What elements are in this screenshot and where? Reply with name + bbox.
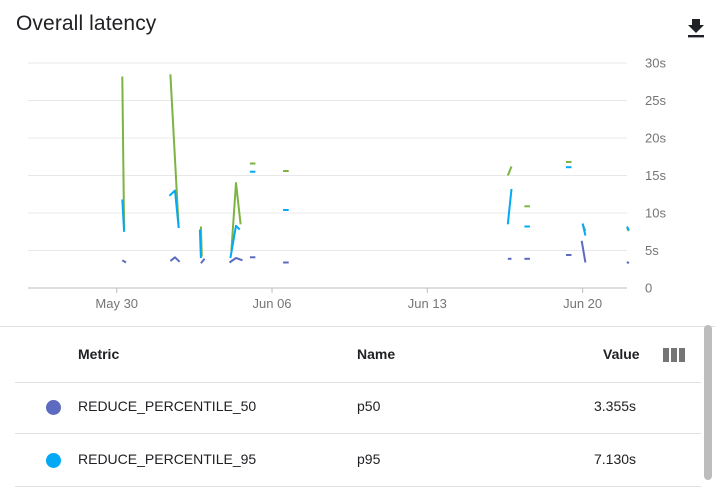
series-2-line (228, 257, 243, 264)
row-divider (15, 433, 701, 434)
series-0-line (169, 74, 180, 229)
download-button[interactable] (683, 14, 709, 40)
x-tick-label: May 30 (95, 296, 138, 311)
panel-title: Overall latency (16, 12, 157, 35)
row-divider (15, 486, 701, 487)
row-value: 7.130s (594, 451, 637, 467)
row-name: p50 (357, 398, 381, 414)
series-2-line (169, 256, 181, 263)
y-tick-label: 20s (645, 131, 666, 146)
series-2-line (626, 261, 630, 265)
y-tick-label: 30s (645, 56, 666, 71)
y-tick-label: 15s (645, 168, 666, 183)
series-2-line (580, 240, 587, 263)
y-tick-label: 5s (645, 243, 659, 258)
row-name: p95 (357, 451, 381, 467)
download-icon (688, 19, 704, 38)
legend-table: Metric Name Value REDUCE_PERCENTILE_50 p… (0, 326, 715, 492)
column-header-metric[interactable]: Metric (78, 346, 119, 362)
series-1-line (198, 229, 202, 259)
series-color-dot (46, 400, 61, 415)
series-2-line (121, 259, 127, 264)
y-tick-label: 10s (645, 206, 666, 221)
series-1-line (506, 188, 513, 225)
row-divider (15, 382, 701, 383)
x-tick-label: Jun 13 (408, 296, 447, 311)
latency-chart: 0 5s 10s 15s 20s 25s 30s May 30 Jun 06 Jun 13 Jun … (0, 50, 715, 325)
column-header-value[interactable]: Value (603, 346, 640, 362)
series-color-dot (46, 453, 61, 468)
row-metric: REDUCE_PERCENTILE_50 (78, 398, 257, 414)
series-0-line (506, 166, 513, 176)
latency-chart-svg: 0 5s 10s 15s 20s 25s 30s May 30 Jun 06 Jun 13 Jun … (28, 56, 666, 311)
series-2-line (200, 258, 206, 264)
table-scrollbar[interactable] (704, 325, 712, 480)
row-value: 3.355s (594, 398, 637, 414)
column-header-name[interactable]: Name (357, 346, 395, 362)
y-tick-label: 0 (645, 281, 652, 296)
y-tick-label: 25s (645, 93, 666, 108)
series-1-line (581, 223, 587, 236)
view-columns-icon[interactable] (663, 348, 685, 362)
x-tick-label: Jun 20 (563, 296, 602, 311)
row-metric: REDUCE_PERCENTILE_95 (78, 451, 257, 467)
x-tick-label: Jun 06 (253, 296, 292, 311)
